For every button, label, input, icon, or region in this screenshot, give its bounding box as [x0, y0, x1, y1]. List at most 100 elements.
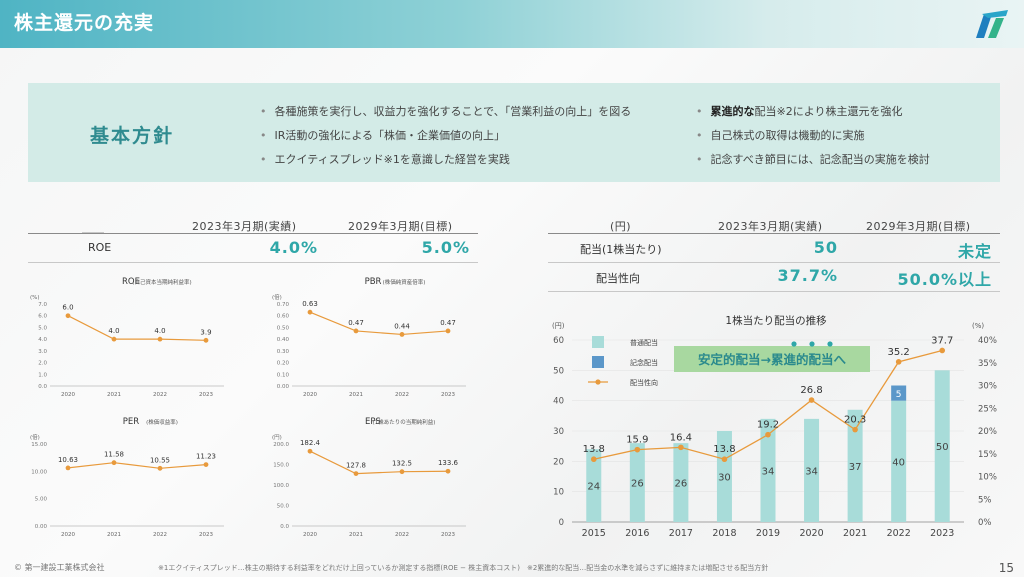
- y-tick-label: 3.0: [38, 349, 47, 355]
- data-label: 10.55: [150, 456, 170, 464]
- policy-item: IR活動の強化による「株価・企業価値の向上」: [260, 126, 631, 150]
- banner-text: 安定的配当→累進的配当へ: [698, 352, 846, 367]
- y-left-unit: (円): [552, 322, 565, 330]
- right-table-unit: (円): [610, 220, 632, 233]
- payout-ratio-point: [634, 446, 641, 453]
- policy-item: 自己株式の取得は機動的に実施: [696, 126, 930, 150]
- y-right-tick-label: 35%: [978, 359, 997, 369]
- x-tick-label: 2021: [349, 532, 363, 538]
- bar-value-label: 34: [762, 466, 775, 477]
- y-tick-label: 50.0: [277, 504, 290, 510]
- x-tick-label: 2022: [153, 392, 167, 398]
- right-table-val: 37.7%: [777, 266, 838, 285]
- page-number: 15: [998, 561, 1014, 575]
- y-tick-label: 100.0: [273, 483, 289, 489]
- legend-label: 記念配当: [630, 358, 658, 367]
- x-tick-label: 2021: [843, 528, 867, 539]
- data-label: 4.0: [108, 327, 119, 335]
- series-line: [309, 311, 449, 336]
- y-tick-label: 0.0: [38, 384, 47, 390]
- data-point: [157, 336, 163, 342]
- right-table-val: 50: [813, 238, 838, 257]
- y-tick-label: 0.60: [277, 314, 290, 320]
- data-point: [353, 471, 359, 477]
- footnote: ※1エクイティスプレッド…株主の期待する利益率をどれだけ上回っているか測定する指…: [158, 564, 769, 572]
- left-table-val2: 5.0%: [421, 238, 470, 257]
- table-divider: [28, 233, 478, 234]
- header-bar: 株主還元の充実: [0, 0, 1024, 48]
- x-tick-label: 2016: [625, 528, 649, 539]
- company-logo-icon: [976, 10, 1008, 38]
- data-point: [445, 468, 451, 474]
- page-title: 株主還元の充実: [14, 12, 155, 34]
- x-tick-label: 2020: [61, 392, 75, 398]
- data-label: 0.47: [440, 319, 456, 327]
- data-point: [203, 462, 209, 468]
- data-label: 133.6: [438, 459, 459, 467]
- policy-item: 累進的な配当※2により株主還元を強化: [696, 102, 930, 126]
- y-tick-label: 150.0: [273, 463, 289, 469]
- y-tick-label: 4.0: [38, 337, 47, 343]
- y-tick-label: 0.00: [35, 524, 48, 530]
- legend-swatch-regular: [592, 336, 604, 348]
- policy-list-left: 各種施策を実行し、収益力を強化することで、「営業利益の向上」を図る IR活動の強…: [260, 102, 632, 174]
- policy-item: 記念すべき節目には、記念配当の実施を検討: [696, 150, 930, 174]
- y-tick-label: 10.00: [31, 469, 47, 475]
- data-point: [445, 328, 451, 334]
- payout-ratio-label: 16.4: [670, 432, 692, 443]
- y-left-tick-label: 0: [559, 518, 564, 528]
- payout-ratio-point: [808, 397, 815, 403]
- dividend-chart: 1株当たり配当の推移 (円) (%) 0 10 20 30 40 50 60 0% 5% 10% 15% 2…: [552, 314, 997, 539]
- y-tick-label: 1.0: [38, 372, 47, 378]
- payout-ratio-label: 19.2: [757, 420, 779, 431]
- y-right-unit: (%): [972, 322, 984, 330]
- x-tick-label: 2020: [799, 528, 823, 539]
- copyright: © 第一建設工業株式会社: [14, 563, 105, 572]
- data-label: 0.63: [302, 300, 318, 308]
- data-point: [307, 448, 313, 454]
- series-line: [309, 450, 449, 475]
- x-tick-label: 2023: [930, 528, 954, 539]
- y-tick-label: 7.0: [38, 302, 47, 308]
- legend-swatch-point: [595, 379, 601, 385]
- data-label: 182.4: [300, 439, 321, 447]
- data-label: 11.23: [196, 453, 216, 461]
- y-tick-label: 0.70: [277, 302, 290, 308]
- y-right-tick-label: 40%: [978, 336, 997, 346]
- chart-unit: (倍): [30, 433, 40, 441]
- table-divider: [28, 262, 478, 263]
- x-tick-label: 2022: [153, 532, 167, 538]
- data-point: [203, 337, 209, 343]
- bar-value-label: 40: [892, 457, 905, 468]
- payout-ratio-label: 26.8: [800, 385, 822, 396]
- x-tick-label: 2022: [887, 528, 911, 539]
- y-right-tick-label: 30%: [978, 382, 997, 392]
- chart-subtitle: (株価収益率): [146, 418, 178, 426]
- right-table-row-label: 配当(1株当たり): [580, 243, 662, 256]
- data-label: 10.63: [58, 456, 78, 464]
- x-tick-label: 2022: [395, 532, 409, 538]
- x-tick-label: 2023: [199, 532, 213, 538]
- bar-value-label: 34: [805, 466, 818, 477]
- policy-item: 各種施策を実行し、収益力を強化することで、「営業利益の向上」を図る: [260, 102, 632, 126]
- y-right-tick-label: 5%: [978, 495, 992, 505]
- bar-value-label: 26: [631, 479, 644, 490]
- y-right-tick-label: 0%: [978, 518, 992, 528]
- y-left-tick-label: 50: [553, 366, 564, 376]
- payout-ratio-label: 37.7: [931, 335, 953, 346]
- y-tick-label: 6.0: [38, 314, 47, 320]
- data-label: 132.5: [392, 460, 412, 468]
- payout-ratio-point: [765, 431, 771, 438]
- data-label: 4.0: [154, 327, 165, 335]
- x-tick-label: 2020: [61, 532, 75, 538]
- y-right-tick-label: 20%: [978, 427, 997, 437]
- y-left-tick-label: 60: [553, 336, 564, 346]
- payout-ratio-label: 13.8: [713, 444, 735, 455]
- y-right-tick-label: 15%: [978, 450, 997, 460]
- right-table-val: 50.0%以上: [897, 270, 992, 289]
- y-tick-label: 5.00: [35, 497, 48, 503]
- x-tick-label: 2015: [582, 528, 606, 539]
- left-table-col2: 2029年3月期(目標): [348, 220, 453, 233]
- y-tick-label: 5.0: [38, 325, 47, 331]
- data-point: [399, 332, 405, 337]
